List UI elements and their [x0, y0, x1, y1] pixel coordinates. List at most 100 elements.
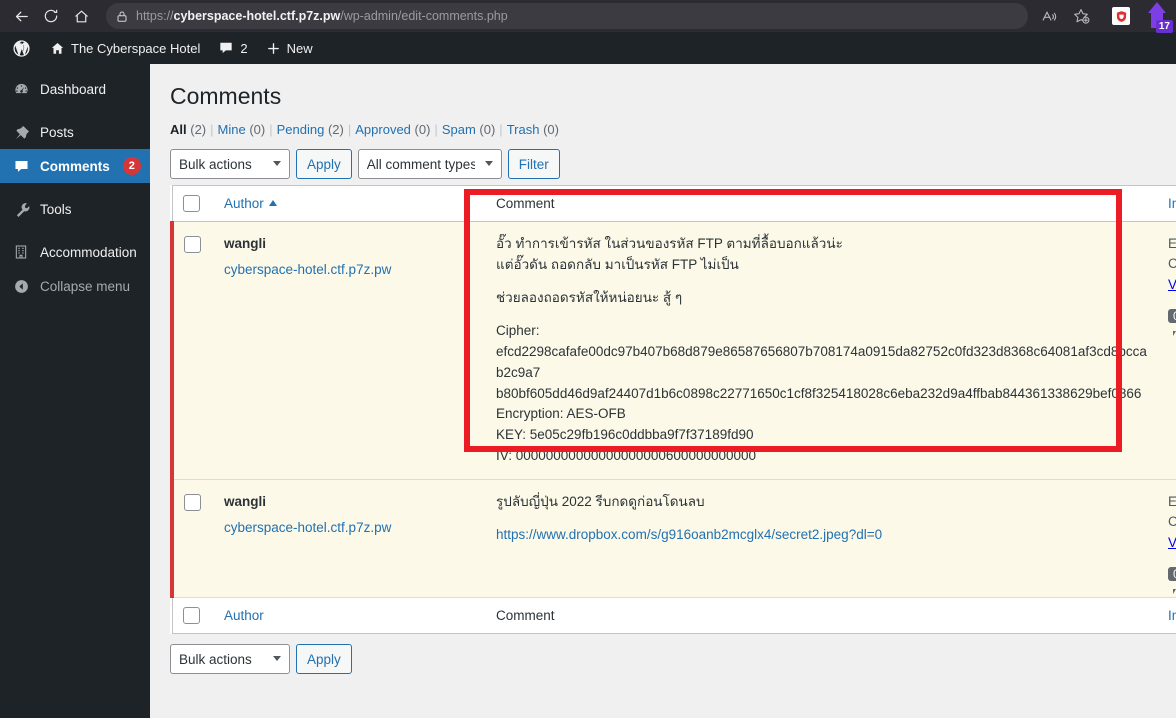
sidebar-item-comments[interactable]: Comments 2: [0, 149, 158, 183]
address-bar[interactable]: https://cyberspace-hotel.ctf.p7z.pw/wp-a…: [106, 3, 1028, 29]
bulk-actions-select[interactable]: Bulk actions: [170, 149, 290, 179]
add-favorite-button[interactable]: [1066, 3, 1096, 29]
response-comment-count[interactable]: 0 2: [1168, 305, 1176, 327]
plus-icon: [266, 41, 281, 56]
author-header[interactable]: Author: [214, 185, 486, 222]
tablenav-bottom: Bulk actions Apply: [170, 644, 1176, 675]
wrench-icon: [11, 201, 31, 218]
read-aloud-icon: [1041, 8, 1058, 25]
response-footer: In response to: [1158, 597, 1176, 634]
adminbar-new[interactable]: New: [257, 32, 322, 64]
author-site: cyberspace-hotel.ctf.p7z.pw: [224, 518, 476, 539]
select-all-checkbox-footer[interactable]: [182, 607, 200, 625]
bulk-actions-select-bottom[interactable]: Bulk actions: [170, 644, 290, 675]
browser-actions: 17: [1034, 1, 1173, 33]
lock-icon: [116, 10, 128, 23]
pin-icon: [11, 124, 31, 141]
url-text: https://cyberspace-hotel.ctf.p7z.pw/wp-a…: [136, 9, 508, 23]
response-header: In response to: [1158, 185, 1176, 222]
select-all-footer[interactable]: [172, 597, 214, 634]
filter-trash[interactable]: Trash (0): [507, 122, 559, 137]
filter-pending[interactable]: Pending (2): [277, 122, 344, 137]
filter-spam-link[interactable]: Spam: [442, 122, 476, 137]
response-post-title: Experience the hospitality at The Cybers…: [1168, 236, 1176, 271]
filter-all[interactable]: All (2): [170, 122, 206, 137]
wp-admin-bar: The Cyberspace Hotel 2 New: [0, 32, 1176, 64]
comment-link-paragraph: https://www.dropbox.com/s/g916oanb2mcglx…: [496, 525, 1148, 546]
select-all-header[interactable]: [172, 185, 214, 222]
sidebar-item-dashboard[interactable]: Dashboard: [0, 72, 150, 106]
downloads-button[interactable]: 17: [1144, 1, 1173, 33]
cipher-line-1: efcd2298cafafe00dc97b407b68d879e86587656…: [496, 343, 1147, 380]
apply-button-bottom[interactable]: Apply: [296, 644, 352, 675]
filter-separator: |: [269, 122, 273, 137]
filter-trash-link[interactable]: Trash: [507, 122, 540, 137]
filter-separator: |: [347, 122, 352, 137]
comments-table-head: Author Comment In response to: [172, 185, 1176, 222]
filter-mine[interactable]: Mine (0): [218, 122, 266, 137]
building-icon: [11, 244, 31, 260]
filter-approved[interactable]: Approved (0): [355, 122, 430, 137]
site-name-menu[interactable]: The Cyberspace Hotel: [41, 32, 209, 64]
author-name: wangli: [224, 494, 267, 510]
home-button[interactable]: [66, 3, 96, 29]
author-footer[interactable]: Author: [214, 597, 486, 634]
response-cell: Experience the hospitality at The Cybers…: [1158, 221, 1176, 481]
wordpress-logo-icon: [12, 39, 31, 58]
filter-pending-link[interactable]: Pending: [277, 122, 325, 137]
author-site-link[interactable]: cyberspace-hotel.ctf.p7z.pw: [224, 520, 391, 535]
filter-mine-link[interactable]: Mine: [218, 122, 246, 137]
sidebar-item-collapse-menu[interactable]: Collapse menu: [0, 269, 150, 303]
encryption-line: Encryption: AES-OFB: [496, 406, 626, 422]
dropbox-link[interactable]: https://www.dropbox.com/s/g916oanb2mcglx…: [496, 527, 882, 542]
comment-header-label: Comment: [496, 196, 555, 211]
row-checkbox[interactable]: [184, 494, 201, 512]
back-button[interactable]: [6, 3, 36, 29]
view-post-link[interactable]: View Post: [1168, 533, 1176, 554]
filter-pending-count: (2): [327, 122, 344, 137]
comments-table-foot: Author Comment In response to: [172, 597, 1176, 634]
cipher-line-2: b80bf605dd46d9af24407d1b6c0898c22771650c…: [496, 385, 1142, 401]
filter-all-count: (2): [190, 122, 207, 137]
filter-button[interactable]: Filter: [507, 149, 560, 179]
sidebar-item-label: Posts: [40, 124, 74, 140]
comment-paragraph: ช่วยลองถอดรหัสให้หน่อยนะ สู้ ๆ: [496, 289, 683, 305]
author-footer-label: Author: [224, 608, 264, 624]
author-header-label: Author: [224, 196, 264, 211]
iv-line: IV: 00000000000000000000600000000000: [496, 448, 757, 464]
wp-logo-button[interactable]: [2, 32, 41, 64]
filter-separator: |: [434, 122, 438, 137]
filter-approved-link[interactable]: Approved: [355, 122, 411, 137]
view-post-link[interactable]: View Post: [1168, 275, 1176, 296]
author-site-link[interactable]: cyberspace-hotel.ctf.p7z.pw: [224, 262, 391, 277]
filter-trash-count: (0): [543, 122, 559, 137]
table-footer-row: Author Comment In response to: [172, 597, 1176, 634]
apply-button-top[interactable]: Apply: [296, 149, 352, 179]
row-select-cell[interactable]: [170, 479, 214, 599]
reload-button[interactable]: [36, 3, 66, 29]
tablenav-top: Bulk actions Apply All comment types Fil…: [170, 149, 1176, 179]
filter-all-link[interactable]: All: [170, 122, 187, 137]
filter-mine-count: (0): [249, 122, 266, 137]
browser-extension-button[interactable]: [1112, 7, 1130, 25]
row-select-cell[interactable]: [170, 221, 214, 481]
table-header-row: Author Comment In response to: [172, 185, 1176, 222]
comment-header: Comment: [486, 185, 1158, 222]
comment-types-select[interactable]: All comment types: [357, 149, 502, 179]
sidebar-item-tools[interactable]: Tools: [0, 192, 150, 226]
response-comment-count[interactable]: 0 2: [1168, 563, 1176, 585]
home-icon: [50, 41, 65, 56]
select-all-checkbox[interactable]: [182, 195, 200, 212]
sidebar-divider: [0, 183, 150, 192]
filter-spam[interactable]: Spam (0): [442, 122, 495, 137]
comment-footer: Comment: [486, 597, 1158, 634]
response-header-label: In response to: [1168, 196, 1176, 211]
sidebar-item-posts[interactable]: Posts: [0, 115, 150, 149]
read-aloud-button[interactable]: [1034, 3, 1064, 29]
adminbar-comments[interactable]: 2: [209, 32, 256, 64]
comment-paragraph: รูปลับญี่ปุ่น 2022 รีบกดดูก่อนโดนลบ: [496, 494, 705, 510]
comment-cell: รูปลับญี่ปุ่น 2022 รีบกดดูก่อนโดนลบ http…: [486, 479, 1158, 599]
sidebar-item-accommodation[interactable]: Accommodation: [0, 235, 150, 269]
row-checkbox[interactable]: [184, 235, 201, 253]
cipher-label: Cipher:: [496, 322, 540, 338]
